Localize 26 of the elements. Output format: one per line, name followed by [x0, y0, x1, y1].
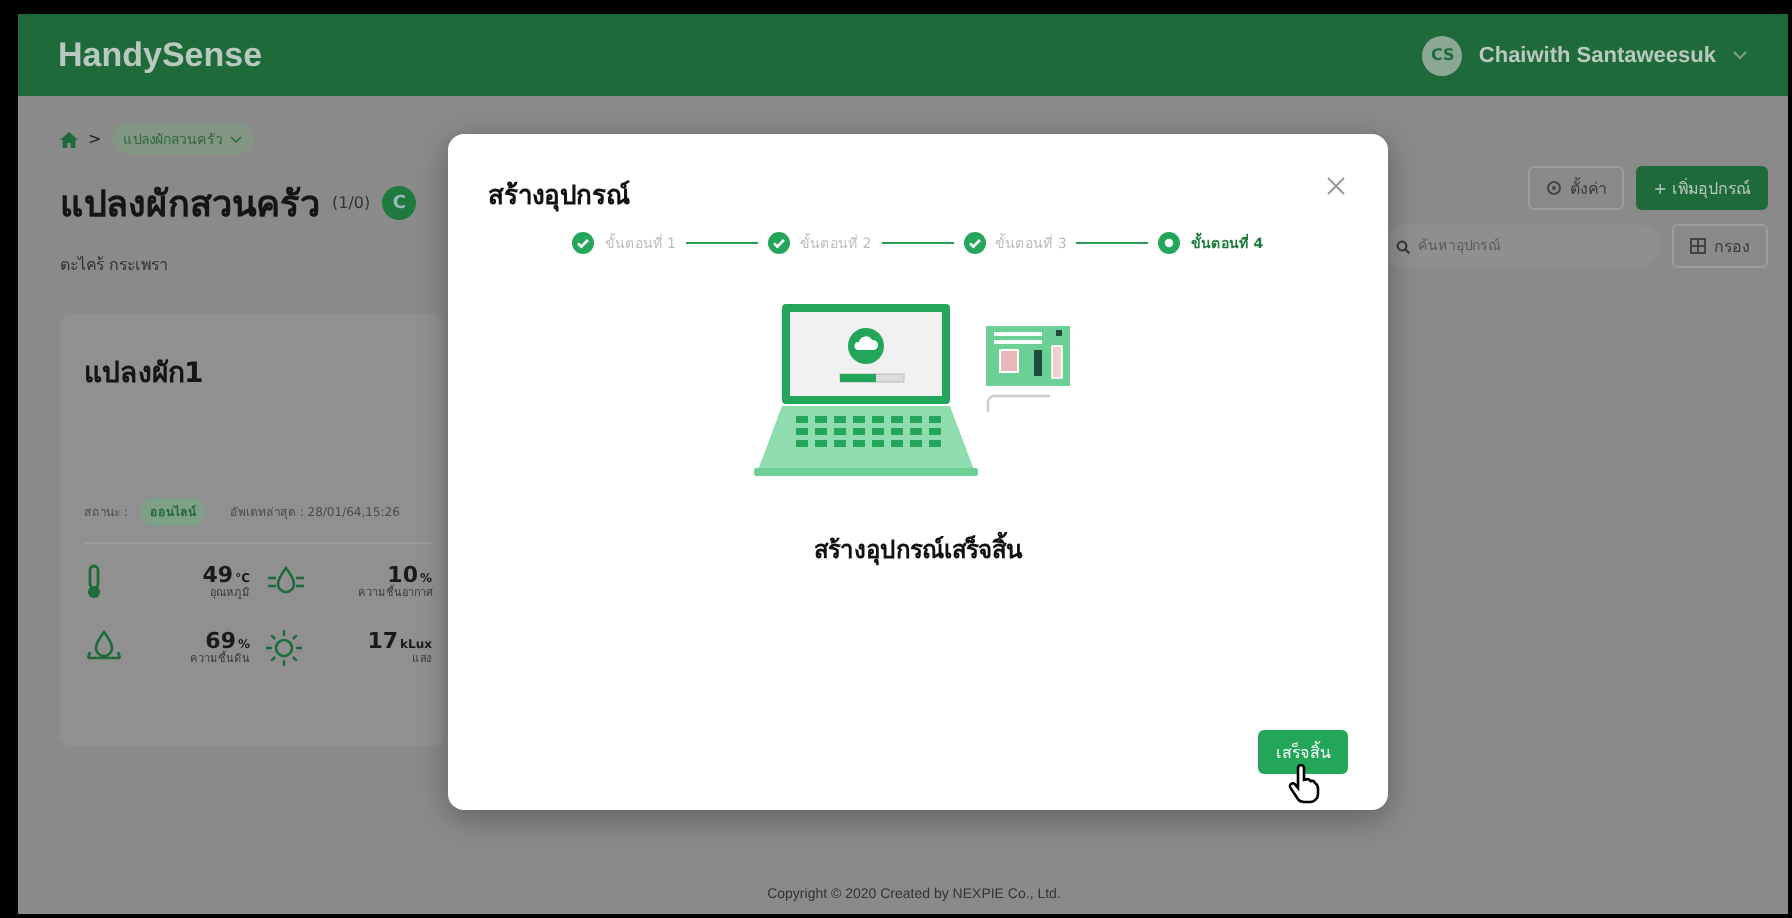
user-avatar[interactable]: CS: [1422, 35, 1463, 75]
soil-drop-icon: [84, 630, 124, 663]
sun-icon: [266, 630, 302, 667]
humidity-icon: [266, 564, 306, 596]
brand-logo-text[interactable]: HandySense: [58, 35, 263, 75]
breadcrumb-separator: >: [88, 130, 102, 148]
completion-message: สร้างอุปกรณ์เสร็จสิ้น: [814, 530, 1022, 568]
plot-badge: C: [382, 186, 417, 220]
settings-icon: [1545, 180, 1562, 196]
grid-icon: [1690, 238, 1706, 254]
settings-button[interactable]: ตั้งค่า: [1527, 166, 1624, 210]
close-button[interactable]: [1324, 174, 1348, 198]
dialog-title: สร้างอุปกรณ์: [488, 178, 630, 216]
finish-button[interactable]: เสร็จสิ้น: [1258, 730, 1348, 774]
page-title: แปลงผักสวนครัว: [60, 182, 320, 230]
filter-button[interactable]: กรอง: [1672, 224, 1768, 268]
add-device-button[interactable]: + เพิ่มอุปกรณ์: [1635, 166, 1768, 210]
device-count: (1/0): [332, 194, 371, 212]
home-icon[interactable]: [60, 131, 78, 147]
user-name[interactable]: Chaiwith Santaweesuk: [1478, 43, 1716, 67]
page-subtitle: ตะไคร้ กระเพรา: [60, 254, 170, 278]
card-title: แปลงผัก1: [84, 356, 206, 394]
hand-cursor-icon: [1288, 764, 1320, 804]
chevron-down-icon: [229, 135, 242, 143]
thermometer-icon: [84, 564, 104, 600]
chevron-down-icon[interactable]: [1732, 50, 1748, 60]
